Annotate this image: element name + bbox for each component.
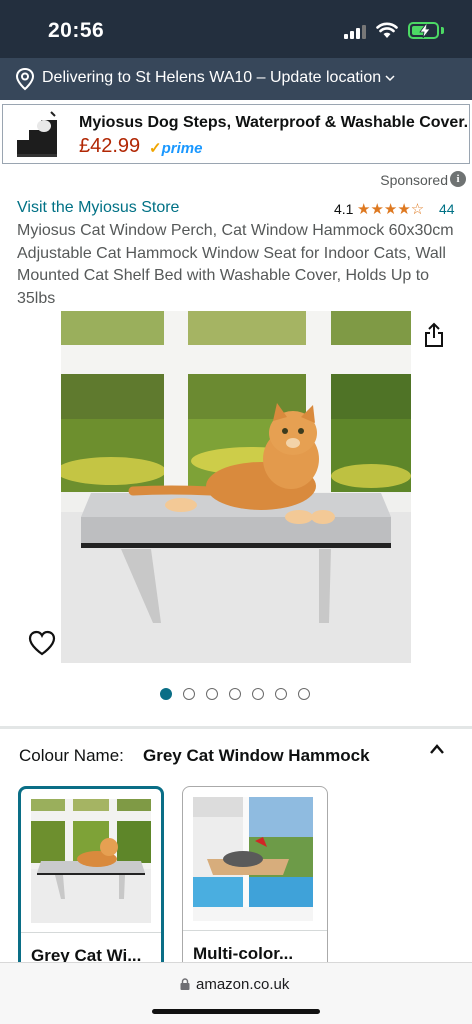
- prime-label: prime: [161, 140, 203, 157]
- carousel-dot[interactable]: [183, 688, 195, 700]
- cellular-signal-icon: [344, 25, 368, 39]
- home-indicator[interactable]: [152, 1009, 320, 1014]
- delivery-location-bar[interactable]: Delivering to St Helens WA10 – Update lo…: [0, 58, 472, 100]
- carousel-dot[interactable]: [229, 688, 241, 700]
- rating-value: 4.1: [334, 201, 354, 217]
- battery-cap: [441, 27, 444, 34]
- ad-product-title[interactable]: Myiosus Dog Steps, Waterproof & Washable…: [79, 114, 467, 132]
- lock-icon: [180, 978, 190, 990]
- prime-badge: ✓prime: [149, 139, 202, 157]
- grey-hammock-thumbnail: [31, 799, 151, 923]
- location-pin-icon: [15, 67, 35, 91]
- swatch-separator: [183, 930, 327, 931]
- sponsored-label: Sponsored: [380, 172, 448, 188]
- colour-name-label: Colour Name:: [19, 746, 124, 765]
- ad-product-thumbnail: [11, 110, 65, 160]
- rating-count-link[interactable]: 44: [439, 201, 455, 217]
- section-divider: [0, 726, 472, 729]
- image-carousel-dots[interactable]: [160, 688, 320, 702]
- carousel-dot[interactable]: [275, 688, 287, 700]
- wishlist-heart-icon[interactable]: [28, 630, 56, 656]
- sponsored-ad-banner[interactable]: Myiosus Dog Steps, Waterproof & Washable…: [2, 104, 470, 164]
- carousel-dot[interactable]: [160, 688, 172, 700]
- ad-price: £42.99: [79, 135, 141, 157]
- status-time: 20:56: [48, 19, 105, 42]
- carousel-dot[interactable]: [298, 688, 310, 700]
- colour-option-label: Multi-color...: [193, 944, 294, 963]
- carousel-dot[interactable]: [206, 688, 218, 700]
- chevron-down-icon: [385, 75, 395, 82]
- prime-check-icon: ✓: [149, 140, 162, 157]
- carousel-dot[interactable]: [252, 688, 264, 700]
- colour-option-multicolor[interactable]: Multi-color...: [182, 786, 328, 986]
- multicolor-hammock-thumbnail: [193, 797, 313, 921]
- wifi-icon: [376, 22, 398, 38]
- colour-option-grey[interactable]: Grey Cat Wi...: [18, 786, 164, 986]
- star-rating-icon[interactable]: ★★★★☆: [357, 200, 424, 218]
- browser-url-bar[interactable]: amazon.co.uk: [0, 962, 472, 1024]
- delivery-location-text[interactable]: Delivering to St Helens WA10 – Update lo…: [42, 69, 381, 87]
- status-bar: 20:56: [0, 0, 472, 58]
- product-main-image[interactable]: [61, 311, 411, 663]
- swatch-separator: [21, 932, 161, 933]
- info-icon[interactable]: i: [450, 171, 466, 187]
- share-icon[interactable]: [422, 322, 446, 348]
- colour-name-value: Grey Cat Window Hammock: [143, 746, 370, 765]
- visit-store-link[interactable]: Visit the Myiosus Store: [17, 199, 179, 217]
- battery-icon: [408, 22, 439, 39]
- product-title: Myiosus Cat Window Perch, Cat Window Ham…: [17, 222, 454, 307]
- url-text[interactable]: amazon.co.uk: [196, 976, 289, 993]
- chevron-up-icon[interactable]: [428, 742, 446, 756]
